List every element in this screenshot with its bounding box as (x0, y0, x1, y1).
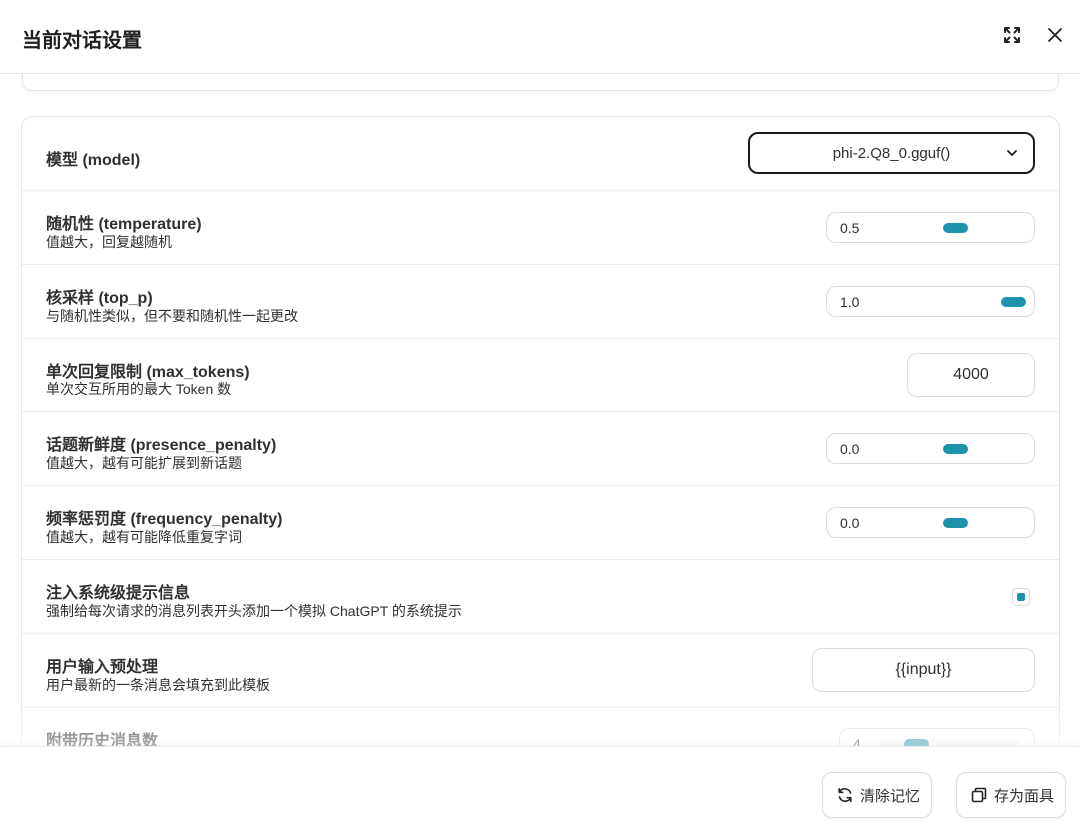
top-p-title: 核采样 (top_p) (46, 290, 153, 307)
setting-row-presence-penalty: 话题新鲜度 (presence_penalty) 值越大，越有可能扩展到新话题 … (22, 412, 1059, 486)
presence-penalty-slider-thumb[interactable] (943, 444, 968, 454)
modal-header: 当前对话设置 (0, 0, 1080, 74)
top-p-slider[interactable]: 1.0 (826, 286, 1035, 317)
save-as-mask-label: 存为面具 (994, 787, 1055, 805)
save-as-mask-button[interactable]: 存为面具 (956, 772, 1066, 818)
max-tokens-subtitle: 单次交互所用的最大 Token 数 (46, 381, 232, 397)
setting-row-input-template: 用户输入预处理 用户最新的一条消息会填充到此模板 {{input}} (22, 634, 1059, 708)
temperature-subtitle: 值越大，回复越随机 (46, 234, 172, 250)
model-select[interactable]: phi-2.Q8_0.gguf() (748, 132, 1035, 174)
max-tokens-input[interactable]: 4000 (907, 353, 1035, 397)
input-template-field[interactable]: {{input}} (812, 648, 1035, 692)
setting-row-history-count: 附带历史消息数 4 (22, 708, 1059, 746)
setting-row-model: 模型 (model) phi-2.Q8_0.gguf() (22, 117, 1059, 191)
setting-row-inject-system: 注入系统级提示信息 强制给每次请求的消息列表开头添加一个模拟 ChatGPT 的… (22, 560, 1059, 634)
history-count-value: 4 (853, 736, 861, 746)
temperature-value: 0.5 (840, 220, 860, 236)
history-count-title: 附带历史消息数 (46, 733, 159, 746)
setting-row-top-p: 核采样 (top_p) 与随机性类似，但不要和随机性一起更改 1.0 (22, 265, 1059, 339)
frequency-penalty-slider-thumb[interactable] (943, 518, 968, 528)
model-select-value: phi-2.Q8_0.gguf() (832, 144, 951, 162)
temperature-title: 随机性 (temperature) (46, 216, 202, 233)
temperature-slider-thumb[interactable] (943, 223, 968, 233)
frequency-penalty-subtitle: 值越大，越有可能降低重复字词 (46, 529, 242, 545)
inject-system-checkbox[interactable] (1012, 588, 1030, 606)
history-count-slider-thumb[interactable] (904, 739, 929, 746)
modal-title: 当前对话设置 (22, 30, 142, 52)
frequency-penalty-slider[interactable]: 0.0 (826, 507, 1035, 538)
setting-row-frequency-penalty: 频率惩罚度 (frequency_penalty) 值越大，越有可能降低重复字词… (22, 486, 1059, 560)
modal-footer: 清除记忆 存为面具 (0, 746, 1080, 830)
previous-card (22, 74, 1059, 91)
chevron-down-icon (1005, 146, 1019, 164)
presence-penalty-slider[interactable]: 0.0 (826, 433, 1035, 464)
fullscreen-icon[interactable] (999, 22, 1025, 48)
top-p-slider-thumb[interactable] (1001, 297, 1026, 307)
settings-card: 模型 (model) phi-2.Q8_0.gguf() 随机性 (temper… (21, 116, 1060, 746)
history-count-slider[interactable]: 4 (839, 728, 1035, 746)
history-count-track (880, 739, 1020, 746)
top-p-value: 1.0 (840, 294, 860, 310)
clear-memory-label: 清除记忆 (860, 787, 921, 805)
checkbox-checked-mark (1017, 593, 1025, 601)
settings-content[interactable]: 模型 (model) phi-2.Q8_0.gguf() 随机性 (temper… (0, 74, 1080, 746)
input-template-subtitle: 用户最新的一条消息会填充到此模板 (46, 677, 270, 693)
temperature-slider[interactable]: 0.5 (826, 212, 1035, 243)
top-p-subtitle: 与随机性类似，但不要和随机性一起更改 (46, 308, 298, 324)
presence-penalty-subtitle: 值越大，越有可能扩展到新话题 (46, 455, 242, 471)
inject-system-title: 注入系统级提示信息 (46, 585, 191, 602)
close-icon[interactable] (1042, 22, 1068, 48)
presence-penalty-title: 话题新鲜度 (presence_penalty) (46, 437, 277, 454)
input-template-title: 用户输入预处理 (46, 659, 159, 676)
setting-row-max-tokens: 单次回复限制 (max_tokens) 单次交互所用的最大 Token 数 40… (22, 339, 1059, 412)
setting-row-temperature: 随机性 (temperature) 值越大，回复越随机 0.5 (22, 191, 1059, 265)
presence-penalty-value: 0.0 (840, 441, 860, 457)
frequency-penalty-value: 0.0 (840, 515, 860, 531)
frequency-penalty-title: 频率惩罚度 (frequency_penalty) (46, 511, 283, 528)
reload-icon (836, 786, 854, 804)
inject-system-subtitle: 强制给每次请求的消息列表开头添加一个模拟 ChatGPT 的系统提示 (46, 603, 462, 619)
model-title: 模型 (model) (46, 152, 141, 169)
clear-memory-button[interactable]: 清除记忆 (822, 772, 932, 818)
copy-icon (970, 786, 988, 804)
